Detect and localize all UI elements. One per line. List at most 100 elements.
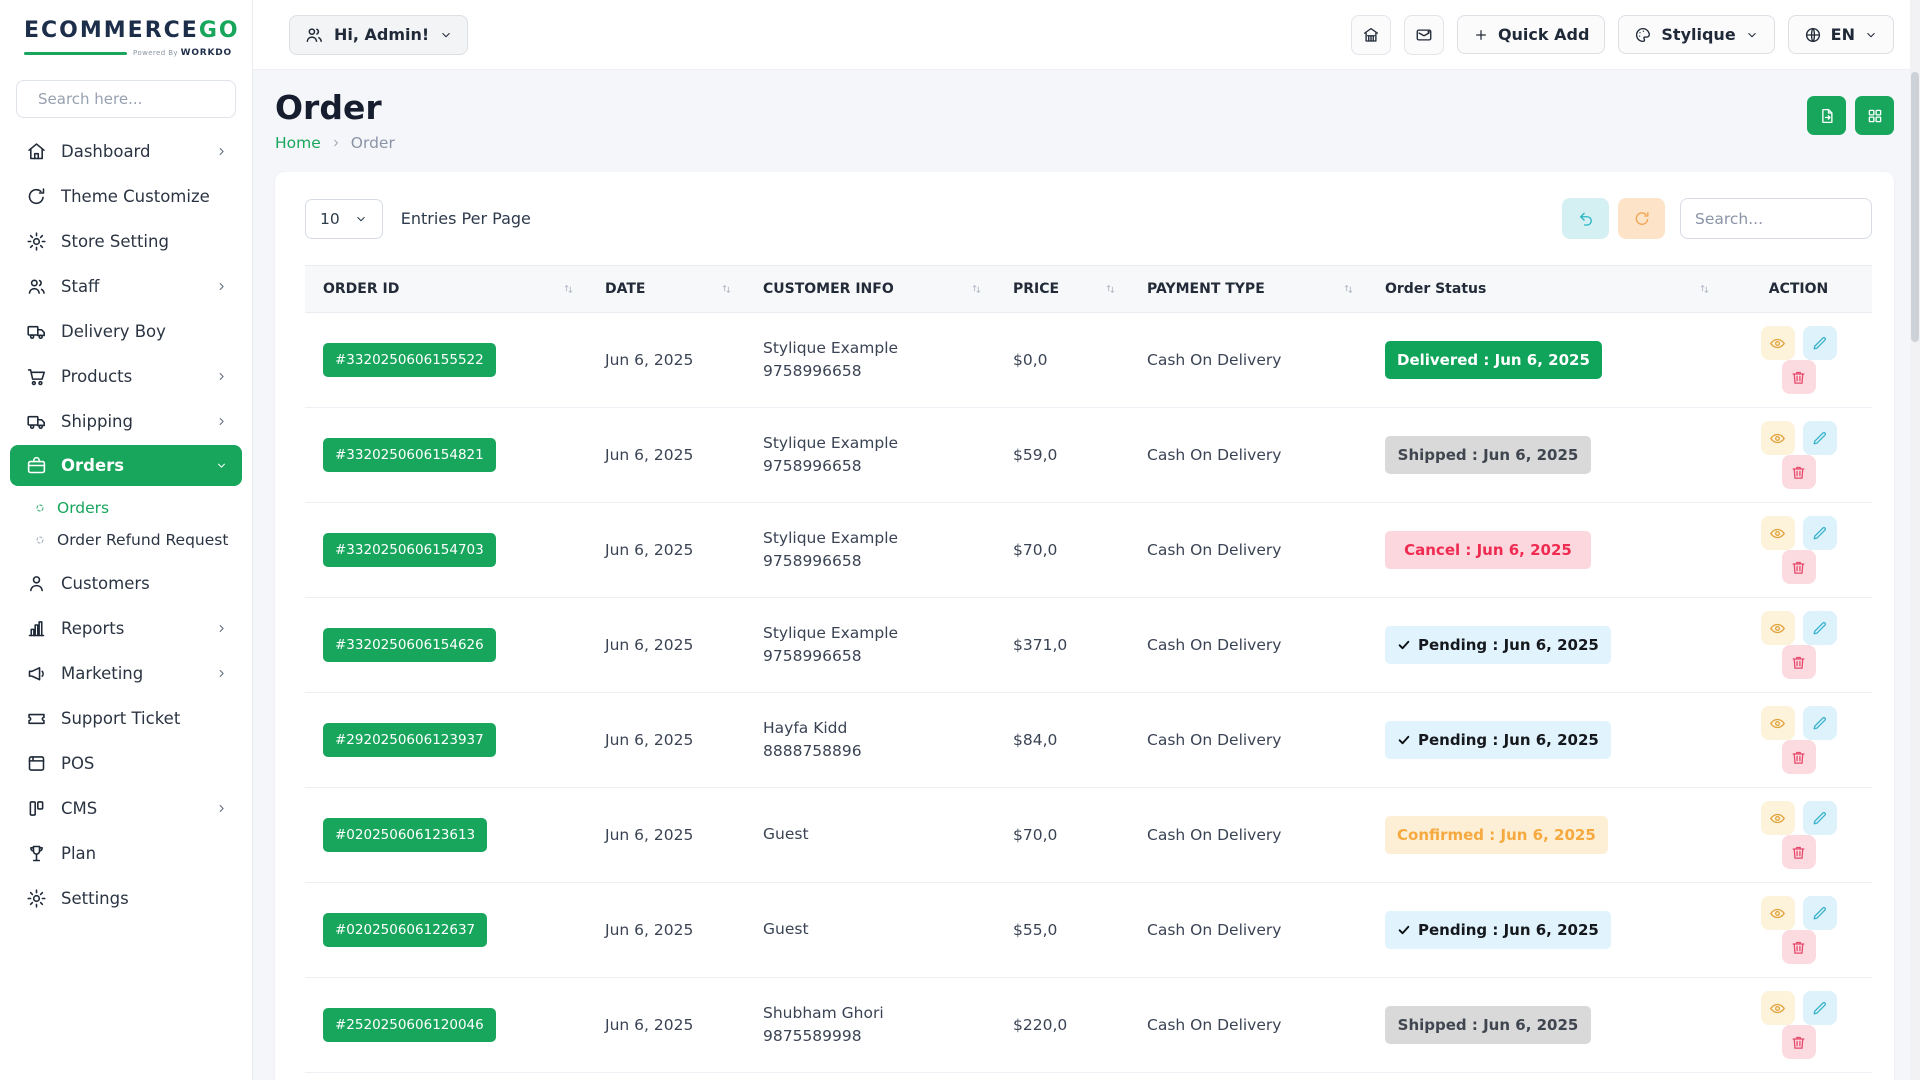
column-header-order-status[interactable]: Order Status <box>1367 266 1723 313</box>
order-status-badge: Shipped : Jun 6, 2025 <box>1385 436 1591 474</box>
edit-order-button[interactable] <box>1803 801 1837 835</box>
undo-button[interactable] <box>1562 198 1609 239</box>
delete-order-button[interactable] <box>1782 1025 1816 1059</box>
delete-order-button[interactable] <box>1782 645 1816 679</box>
customer-name: Stylique Example <box>763 432 979 455</box>
sort-icon[interactable] <box>1342 283 1355 296</box>
sidebar-item-marketing[interactable]: Marketing <box>0 652 252 695</box>
edit-order-button[interactable] <box>1803 326 1837 360</box>
column-header-payment-type[interactable]: PAYMENT TYPE <box>1129 266 1367 313</box>
view-order-button[interactable] <box>1761 326 1795 360</box>
order-status-badge: Confirmed : Jun 6, 2025 <box>1385 816 1608 854</box>
order-id-badge[interactable]: #2920250606123937 <box>323 723 496 757</box>
sidebar-search-input[interactable] <box>38 90 232 108</box>
delete-order-button[interactable] <box>1782 740 1816 774</box>
logo[interactable]: ECOMMERCEGO Powered By WORKDO <box>0 0 252 66</box>
sidebar-item-shipping[interactable]: Shipping <box>0 400 252 443</box>
email-button[interactable] <box>1404 15 1444 55</box>
view-order-button[interactable] <box>1761 516 1795 550</box>
order-id-badge[interactable]: #3320250606154703 <box>323 533 496 567</box>
sidebar: ECOMMERCEGO Powered By WORKDO DashboardT… <box>0 0 253 1080</box>
actions-cell <box>1723 693 1872 788</box>
sidebar-item-staff[interactable]: Staff <box>0 265 252 308</box>
delete-order-button[interactable] <box>1782 360 1816 394</box>
view-order-button[interactable] <box>1761 421 1795 455</box>
view-order-button[interactable] <box>1761 991 1795 1025</box>
trash-icon <box>1790 559 1807 576</box>
edit-order-button[interactable] <box>1803 421 1837 455</box>
scrollbar[interactable] <box>1910 0 1920 1080</box>
sidebar-item-reports[interactable]: Reports <box>0 607 252 650</box>
sidebar-subitem-orders[interactable]: Orders <box>0 492 252 524</box>
sidebar-subitem-order-refund-request[interactable]: Order Refund Request <box>0 524 252 556</box>
view-order-button[interactable] <box>1761 611 1795 645</box>
edit-order-button[interactable] <box>1803 611 1837 645</box>
sidebar-item-label: CMS <box>61 799 97 818</box>
sort-icon[interactable] <box>562 283 575 296</box>
truck-icon <box>26 411 47 432</box>
column-header-customer-info[interactable]: CUSTOMER INFO <box>745 266 995 313</box>
sidebar-item-label: Support Ticket <box>61 709 180 728</box>
sidebar-item-delivery-boy[interactable]: Delivery Boy <box>0 310 252 353</box>
sidebar-item-pos[interactable]: POS <box>0 742 252 785</box>
order-id-badge[interactable]: #3320250606154626 <box>323 628 496 662</box>
view-order-button[interactable] <box>1761 896 1795 930</box>
admin-menu-button[interactable]: Hi, Admin! <box>289 15 468 55</box>
eye-icon <box>1769 335 1786 352</box>
order-id-badge[interactable]: #3320250606154821 <box>323 438 496 472</box>
order-status-cell: Delivered : Jun 6, 2025 <box>1367 313 1723 408</box>
sidebar-item-cms[interactable]: CMS <box>0 787 252 830</box>
delete-order-button[interactable] <box>1782 455 1816 489</box>
edit-order-button[interactable] <box>1803 516 1837 550</box>
sidebar-item-plan[interactable]: Plan <box>0 832 252 875</box>
sort-icon[interactable] <box>1104 283 1117 296</box>
order-id-badge[interactable]: #020250606122637 <box>323 913 487 947</box>
column-header-date[interactable]: DATE <box>587 266 745 313</box>
store-select-button[interactable]: Stylique <box>1618 15 1774 54</box>
breadcrumb-home-link[interactable]: Home <box>275 134 321 152</box>
dashed-circle-icon <box>34 502 46 514</box>
sidebar-item-store-setting[interactable]: Store Setting <box>0 220 252 263</box>
customer-info: Stylique Example9758996658 <box>745 503 995 598</box>
sidebar-item-customers[interactable]: Customers <box>0 562 252 605</box>
sidebar-item-theme-customize[interactable]: Theme Customize <box>0 175 252 218</box>
column-header-price[interactable]: PRICE <box>995 266 1129 313</box>
sidebar-item-label: Settings <box>61 889 129 908</box>
sidebar-item-support-ticket[interactable]: Support Ticket <box>0 697 252 740</box>
sort-icon[interactable] <box>1698 283 1711 296</box>
entries-per-page-select[interactable]: 10 <box>305 199 383 239</box>
sort-icon[interactable] <box>970 283 983 296</box>
topbar: Hi, Admin! Quick Add Stylique EN <box>253 0 1920 70</box>
order-price: $70,0 <box>995 788 1129 883</box>
edit-order-button[interactable] <box>1803 706 1837 740</box>
quick-add-button[interactable]: Quick Add <box>1457 15 1605 54</box>
refresh-button[interactable] <box>1618 198 1665 239</box>
edit-order-button[interactable] <box>1803 991 1837 1025</box>
sidebar-item-dashboard[interactable]: Dashboard <box>0 130 252 173</box>
sidebar-item-settings[interactable]: Settings <box>0 877 252 920</box>
order-id-badge[interactable]: #020250606123613 <box>323 818 487 852</box>
delete-order-button[interactable] <box>1782 835 1816 869</box>
actions-cell <box>1723 883 1872 978</box>
delete-order-button[interactable] <box>1782 550 1816 584</box>
edit-order-button[interactable] <box>1803 896 1837 930</box>
export-button[interactable] <box>1807 96 1846 135</box>
actions-cell <box>1723 978 1872 1073</box>
table-search-input[interactable] <box>1680 198 1872 239</box>
view-order-button[interactable] <box>1761 801 1795 835</box>
order-id-badge[interactable]: #3320250606155522 <box>323 343 496 377</box>
sidebar-item-label: Products <box>61 367 132 386</box>
grid-view-button[interactable] <box>1855 96 1894 135</box>
column-header-order-id[interactable]: ORDER ID <box>305 266 587 313</box>
globe-icon <box>1804 26 1822 44</box>
chevron-right-icon <box>215 280 228 293</box>
delete-order-button[interactable] <box>1782 930 1816 964</box>
scrollbar-thumb[interactable] <box>1911 72 1919 342</box>
storefront-button[interactable] <box>1351 15 1391 55</box>
view-order-button[interactable] <box>1761 706 1795 740</box>
sidebar-item-products[interactable]: Products <box>0 355 252 398</box>
language-button[interactable]: EN <box>1788 15 1894 54</box>
sidebar-item-orders[interactable]: Orders <box>10 445 242 486</box>
sort-icon[interactable] <box>720 283 733 296</box>
order-id-badge[interactable]: #2520250606120046 <box>323 1008 496 1042</box>
